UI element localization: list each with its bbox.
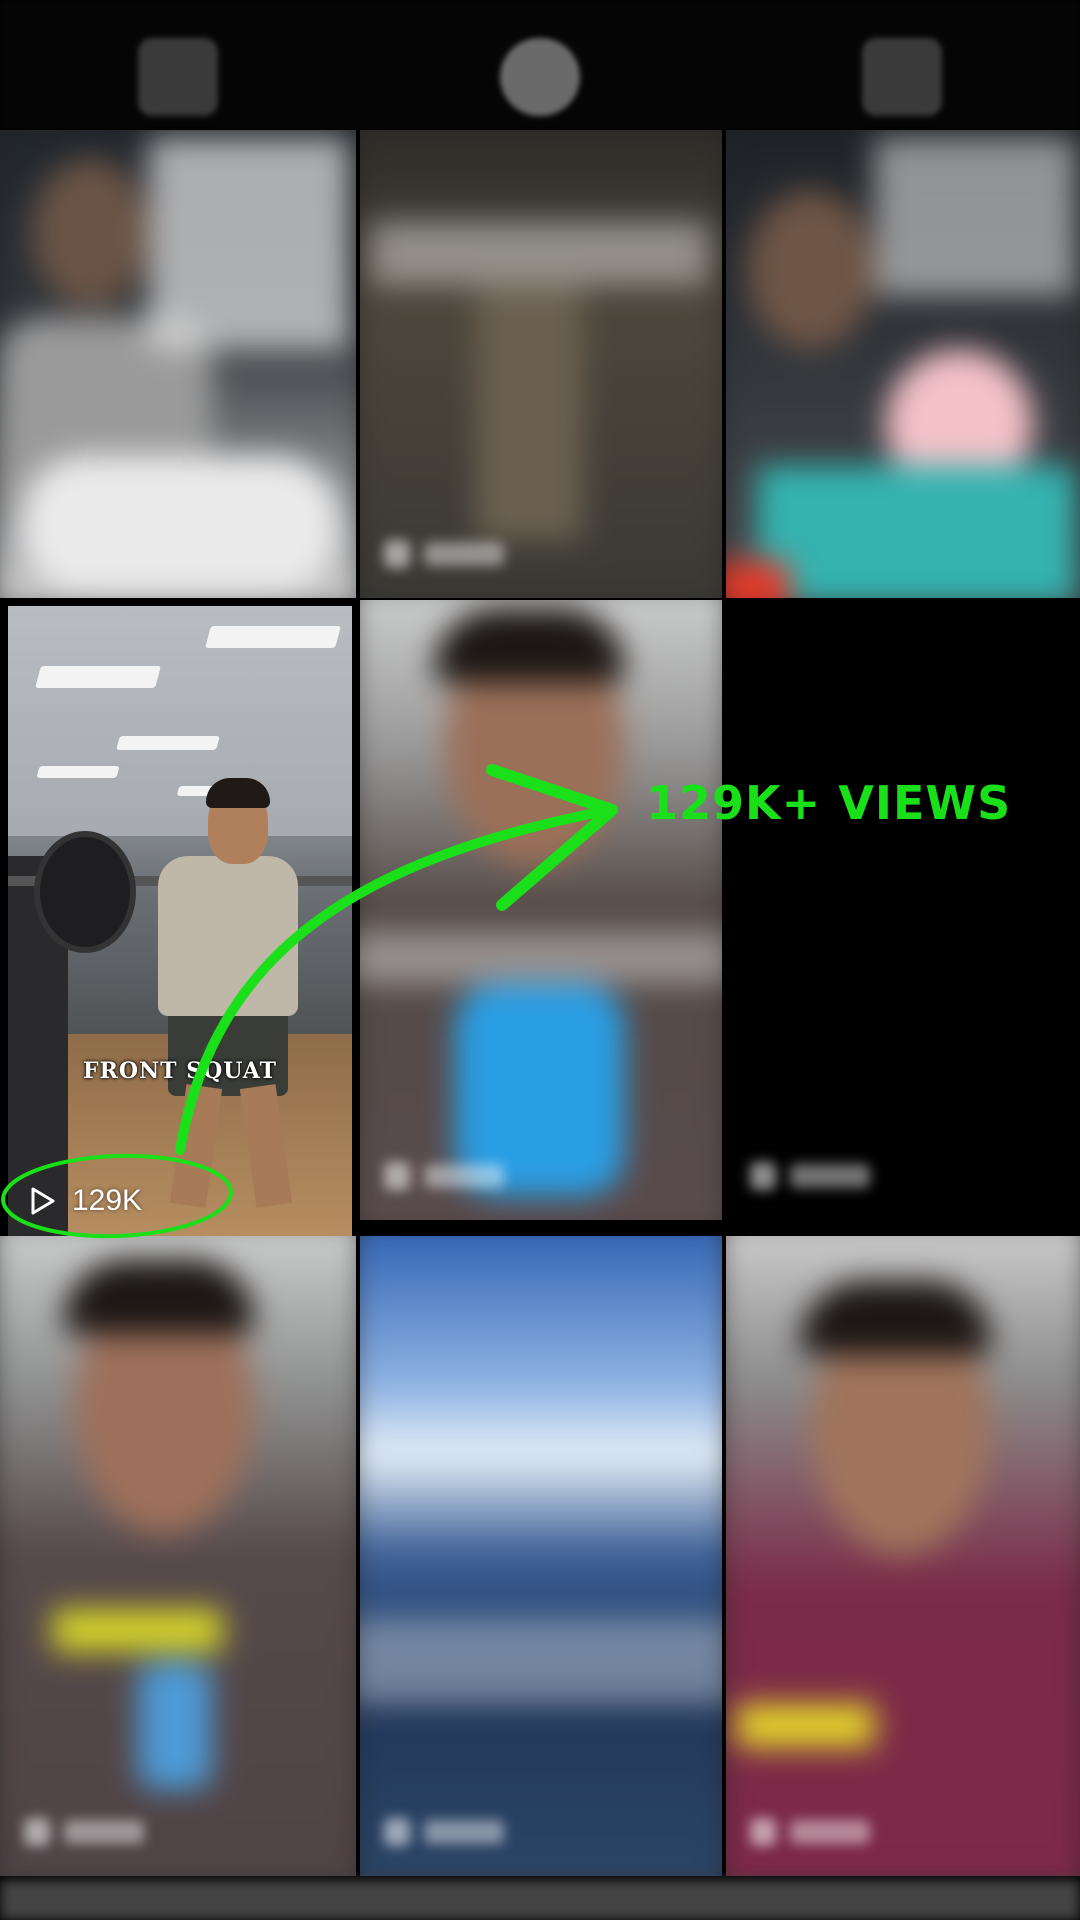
view-count xyxy=(380,1812,510,1852)
view-count xyxy=(20,1812,150,1852)
reel-thumbnail[interactable] xyxy=(360,130,722,598)
next-row-preview xyxy=(0,1880,1080,1920)
reel-thumbnail[interactable] xyxy=(726,130,1080,598)
view-count xyxy=(380,534,510,574)
grid-icon[interactable] xyxy=(138,38,218,116)
reel-thumbnail[interactable] xyxy=(726,1236,1080,1876)
profile-reels-grid: FRONT SQUAT 129K 129K+ VIEWS xyxy=(0,0,1080,1920)
view-count xyxy=(746,1156,876,1196)
reel-thumbnail[interactable] xyxy=(726,600,1080,1220)
reels-icon[interactable] xyxy=(500,38,580,116)
view-count xyxy=(746,1812,876,1852)
profile-tab-bar xyxy=(0,0,1080,130)
reel-thumbnail[interactable] xyxy=(0,1236,356,1876)
tagged-icon[interactable] xyxy=(862,38,942,116)
reel-thumbnail[interactable] xyxy=(0,130,356,598)
reel-thumbnail[interactable] xyxy=(360,1236,722,1876)
view-count: 129K xyxy=(30,1184,142,1218)
view-count xyxy=(380,1156,510,1196)
play-icon xyxy=(31,1187,55,1215)
featured-reel-thumbnail[interactable]: FRONT SQUAT 129K xyxy=(8,606,352,1244)
views-callout-label: 129K+ VIEWS xyxy=(646,776,1012,830)
reel-caption: FRONT SQUAT xyxy=(82,1058,277,1084)
reel-thumbnail[interactable] xyxy=(360,600,722,1220)
view-count-label: 129K xyxy=(72,1184,143,1217)
